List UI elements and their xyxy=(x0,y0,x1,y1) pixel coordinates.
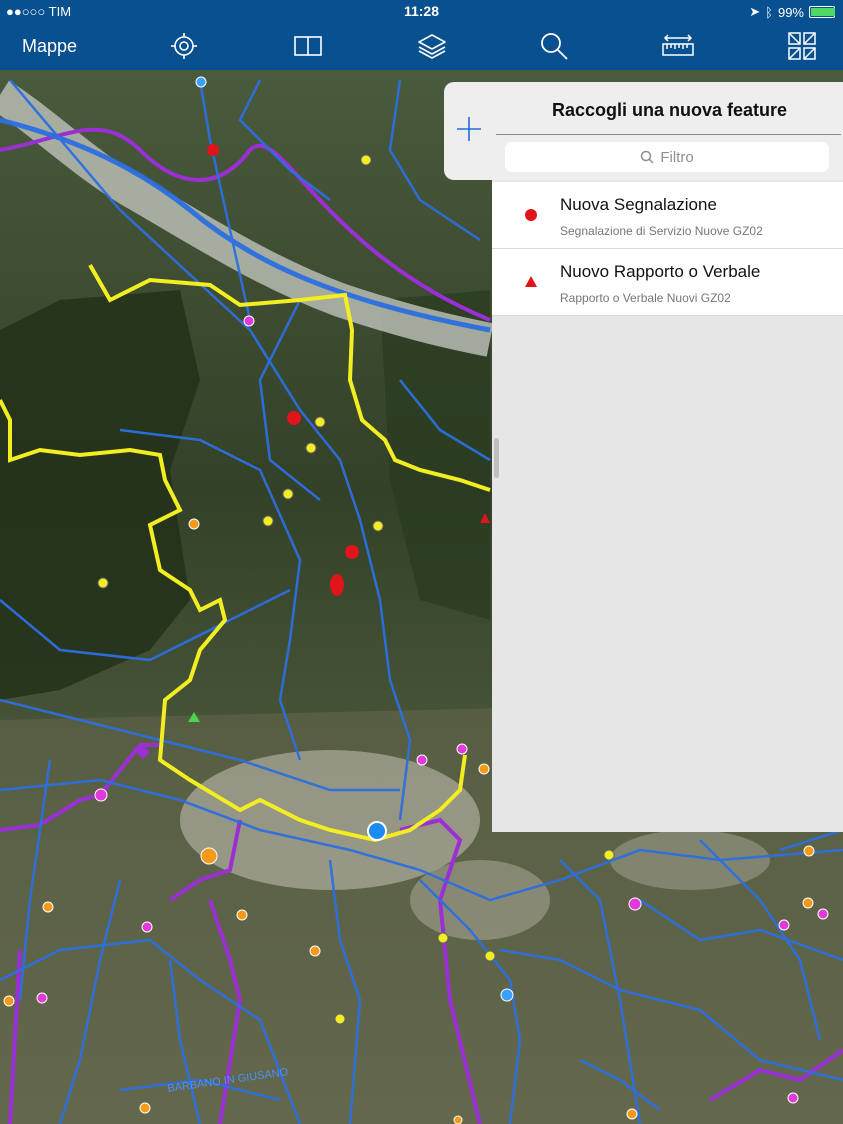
blue-point[interactable] xyxy=(195,76,207,88)
orange-point[interactable] xyxy=(478,763,490,775)
symbol-circle xyxy=(525,209,537,221)
orange-point[interactable] xyxy=(802,897,814,909)
yellow-point[interactable] xyxy=(372,520,384,532)
panel-title: Raccogli una nuova feature xyxy=(551,100,788,120)
yellow-point[interactable] xyxy=(437,932,449,944)
magenta-point[interactable] xyxy=(416,754,428,766)
add-icon[interactable] xyxy=(456,116,482,142)
red-triangle-icon xyxy=(525,276,537,287)
magenta-point[interactable] xyxy=(817,908,829,920)
magenta-point[interactable] xyxy=(456,743,468,755)
blue-point[interactable] xyxy=(500,988,514,1002)
orange-point[interactable] xyxy=(236,909,248,921)
orange-point[interactable] xyxy=(309,945,321,957)
measure-icon[interactable] xyxy=(660,28,696,64)
red-feature-point[interactable] xyxy=(287,411,301,425)
symbol-triangle xyxy=(525,276,537,287)
yellow-point[interactable] xyxy=(484,950,496,962)
orange-point[interactable] xyxy=(188,518,200,530)
yellow-point[interactable] xyxy=(262,515,274,527)
red-feature-point[interactable] xyxy=(207,144,219,156)
toolbar: Mappe xyxy=(0,22,843,70)
magenta-point[interactable] xyxy=(787,1092,799,1104)
feature-list: Nuova Segnalazione Segnalazione di Servi… xyxy=(492,182,843,316)
town-area xyxy=(610,830,770,890)
item-title: Nuovo Rapporto o Verbale xyxy=(560,262,761,281)
orange-point[interactable] xyxy=(3,995,15,1007)
yellow-point[interactable] xyxy=(305,442,317,454)
red-feature-point[interactable] xyxy=(330,574,344,596)
feature-panel-body: Nuova Segnalazione Segnalazione di Servi… xyxy=(492,180,843,832)
yellow-point[interactable] xyxy=(603,849,615,861)
orange-point[interactable] xyxy=(200,847,218,865)
filter-placeholder: Filtro xyxy=(660,148,694,166)
magenta-point[interactable] xyxy=(141,921,153,933)
yellow-point[interactable] xyxy=(282,488,294,500)
item-title: Nuova Segnalazione xyxy=(560,195,717,214)
magenta-point[interactable] xyxy=(94,788,108,802)
panel-resize-handle[interactable] xyxy=(494,438,499,478)
orange-point[interactable] xyxy=(453,1115,463,1124)
battery-icon xyxy=(809,6,835,18)
magenta-point[interactable] xyxy=(628,897,642,911)
magenta-point[interactable] xyxy=(778,919,790,931)
battery-percent: 99% xyxy=(777,4,804,20)
orange-point[interactable] xyxy=(139,1102,151,1114)
layers-icon[interactable] xyxy=(414,28,450,64)
yellow-point[interactable] xyxy=(360,154,372,166)
map-tools-icon[interactable] xyxy=(784,28,820,64)
title-divider xyxy=(496,134,841,135)
maps-back-button[interactable]: Mappe xyxy=(22,36,77,57)
yellow-point[interactable] xyxy=(334,1013,346,1025)
bluetooth-icon: ᛒ xyxy=(765,4,773,20)
status-right: ➤ ᛒ 99% xyxy=(749,4,835,20)
yellow-point[interactable] xyxy=(97,577,109,589)
filter-search-field[interactable]: Filtro xyxy=(505,142,829,172)
orange-point[interactable] xyxy=(42,901,54,913)
location-arrow-icon: ➤ xyxy=(749,4,761,19)
item-subtitle: Segnalazione di Servizio Nuove GZ02 xyxy=(560,224,763,238)
current-location-marker[interactable] xyxy=(367,821,387,841)
magenta-point[interactable] xyxy=(36,992,48,1004)
list-item-nuovo-rapporto[interactable]: Nuovo Rapporto o Verbale Rapporto o Verb… xyxy=(492,249,843,316)
orange-point[interactable] xyxy=(626,1108,638,1120)
search-icon xyxy=(641,150,654,164)
search-icon[interactable] xyxy=(536,28,572,64)
feature-panel-header: Raccogli una nuova feature Filtro xyxy=(444,82,843,180)
item-subtitle: Rapporto o Verbale Nuovi GZ02 xyxy=(560,291,731,305)
clock: 11:28 xyxy=(403,3,440,19)
orange-point[interactable] xyxy=(803,845,815,857)
yellow-point[interactable] xyxy=(314,416,326,428)
list-item-nuova-segnalazione[interactable]: Nuova Segnalazione Segnalazione di Servi… xyxy=(492,182,843,249)
book-icon[interactable] xyxy=(290,28,326,64)
red-circle-icon xyxy=(525,209,537,221)
red-feature-point[interactable] xyxy=(345,545,359,559)
status-bar: ●●○○○ TIM 11:28 ➤ ᛒ 99% xyxy=(0,0,843,22)
magenta-point[interactable] xyxy=(243,315,255,327)
town-area xyxy=(410,860,550,940)
locate-icon[interactable] xyxy=(166,28,202,64)
